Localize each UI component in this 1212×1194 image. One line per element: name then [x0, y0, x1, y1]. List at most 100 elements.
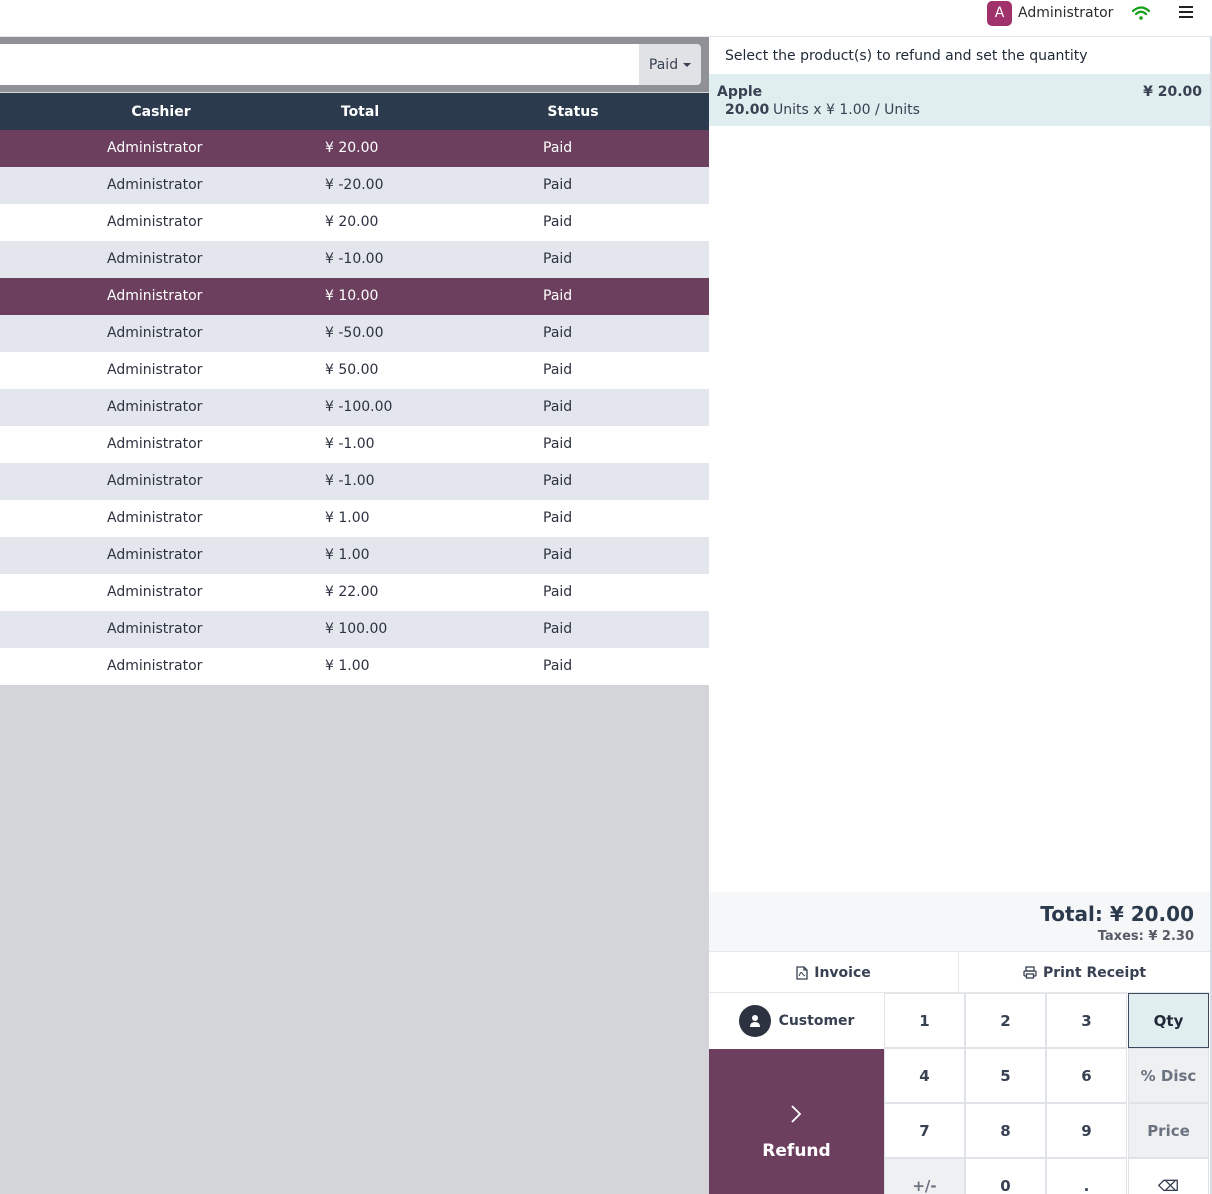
cell-cashier: Administrator — [107, 436, 203, 452]
numpad-key-0[interactable]: 0 — [965, 1158, 1046, 1194]
cell-cashier: Administrator — [107, 325, 203, 341]
cell-cashier: Administrator — [107, 362, 203, 378]
cell-status: Paid — [543, 362, 573, 378]
column-header-status[interactable]: Status — [473, 93, 673, 130]
customer-button[interactable]: Customer — [709, 993, 884, 1049]
cell-cashier: Administrator — [107, 658, 203, 674]
table-row[interactable]: Administrator ¥ -1.00 Paid — [0, 426, 709, 463]
cell-cashier: Administrator — [107, 251, 203, 267]
numpad-key-decimal[interactable]: . — [1046, 1158, 1127, 1194]
table-row[interactable]: Administrator ¥ -20.00 Paid — [0, 167, 709, 204]
cell-cashier: Administrator — [107, 399, 203, 415]
cell-total: ¥ 20.00 — [325, 140, 379, 156]
column-header-cashier[interactable]: Cashier — [61, 93, 261, 130]
user-name: Administrator — [1018, 5, 1114, 21]
cell-status: Paid — [543, 436, 573, 452]
cell-status: Paid — [543, 547, 573, 563]
order-line-item[interactable]: Apple ¥ 20.00 20.00 Units x ¥ 1.00 / Uni… — [709, 74, 1210, 126]
wifi-icon — [1132, 6, 1150, 20]
status-filter-dropdown[interactable]: Paid — [639, 44, 701, 85]
user-menu[interactable]: A Administrator — [987, 0, 1113, 26]
cell-status: Paid — [543, 140, 573, 156]
cell-cashier: Administrator — [107, 214, 203, 230]
numpad-key-8[interactable]: 8 — [965, 1103, 1046, 1158]
table-row[interactable]: Administrator ¥ -10.00 Paid — [0, 241, 709, 278]
document-actions: Invoice Print Receipt — [709, 952, 1210, 993]
cell-total: ¥ 50.00 — [325, 362, 379, 378]
refund-button[interactable]: Refund — [709, 1049, 884, 1194]
numpad-key-9[interactable]: 9 — [1046, 1103, 1127, 1158]
table-row[interactable]: Administrator ¥ 50.00 Paid — [0, 352, 709, 389]
invoice-label: Invoice — [814, 964, 871, 981]
cell-cashier: Administrator — [107, 140, 203, 156]
table-row[interactable]: Administrator ¥ 20.00 Paid — [0, 130, 709, 167]
table-row[interactable]: Administrator ¥ -1.00 Paid — [0, 463, 709, 500]
chevron-right-icon — [791, 1105, 802, 1123]
refund-panel: Select the product(s) to refund and set … — [709, 37, 1212, 1194]
cell-status: Paid — [543, 177, 573, 193]
numpad-mode-price[interactable]: Price — [1128, 1103, 1209, 1158]
cell-total: ¥ -100.00 — [325, 399, 393, 415]
cell-status: Paid — [543, 621, 573, 637]
line-price: ¥ 20.00 — [1143, 84, 1202, 100]
numpad-key-4[interactable]: 4 — [884, 1048, 965, 1103]
cell-status: Paid — [543, 399, 573, 415]
cell-status: Paid — [543, 251, 573, 267]
numpad-key-6[interactable]: 6 — [1046, 1048, 1127, 1103]
numpad-key-5[interactable]: 5 — [965, 1048, 1046, 1103]
cell-status: Paid — [543, 214, 573, 230]
cell-total: ¥ -50.00 — [325, 325, 384, 341]
numpad-key-1[interactable]: 1 — [884, 993, 965, 1048]
order-rows: Administrator ¥ 20.00 Paid Administrator ¥ … — [0, 130, 709, 685]
cell-total: ¥ 1.00 — [325, 658, 370, 674]
cell-total: ¥ -20.00 — [325, 177, 384, 193]
cell-total: ¥ 1.00 — [325, 547, 370, 563]
cell-total: ¥ 1.00 — [325, 510, 370, 526]
line-quantity: 20.00 — [725, 102, 770, 118]
order-list-panel: Paid Cashier Total Status Administrator ¥… — [0, 37, 709, 1194]
hamburger-menu-icon[interactable] — [1179, 6, 1193, 20]
numpad-key-7[interactable]: 7 — [884, 1103, 965, 1158]
cell-cashier: Administrator — [107, 510, 203, 526]
print-receipt-label: Print Receipt — [1042, 964, 1147, 981]
cell-total: ¥ 22.00 — [325, 584, 379, 600]
cell-cashier: Administrator — [107, 473, 203, 489]
search-input[interactable] — [0, 44, 640, 85]
table-row[interactable]: Administrator ¥ -100.00 Paid — [0, 389, 709, 426]
invoice-button[interactable]: Invoice — [709, 952, 959, 993]
cell-total: ¥ -10.00 — [325, 251, 384, 267]
numpad-key-plus-minus[interactable]: +/- — [884, 1158, 965, 1194]
cell-status: Paid — [543, 325, 573, 341]
cell-total: ¥ 100.00 — [325, 621, 388, 637]
table-row[interactable]: Administrator ¥ 1.00 Paid — [0, 648, 709, 685]
print-receipt-button[interactable]: Print Receipt — [959, 952, 1210, 993]
column-header-total[interactable]: Total — [260, 93, 460, 130]
cell-cashier: Administrator — [107, 584, 203, 600]
status-filter-label: Paid — [648, 56, 679, 73]
file-pdf-icon — [796, 965, 808, 980]
caret-down-icon — [683, 62, 692, 67]
order-total: Total: ¥ 20.00 — [1040, 902, 1194, 926]
table-row[interactable]: Administrator ¥ 20.00 Paid — [0, 204, 709, 241]
table-row[interactable]: Administrator ¥ 10.00 Paid — [0, 278, 709, 315]
table-header: Cashier Total Status — [0, 93, 709, 130]
numpad: 1 2 3 Qty 4 5 6 % Disc 7 8 9 Price +/- 0… — [884, 993, 1210, 1194]
cell-cashier: Administrator — [107, 547, 203, 563]
customer-label: Customer — [778, 1013, 855, 1029]
refund-label: Refund — [762, 1141, 831, 1161]
numpad-key-2[interactable]: 2 — [965, 993, 1046, 1048]
table-row[interactable]: Administrator ¥ 1.00 Paid — [0, 537, 709, 574]
table-row[interactable]: Administrator ¥ -50.00 Paid — [0, 315, 709, 352]
cell-status: Paid — [543, 473, 573, 489]
numpad-key-3[interactable]: 3 — [1046, 993, 1127, 1048]
numpad-backspace-icon[interactable]: ⌫ — [1128, 1158, 1209, 1194]
numpad-mode-qty[interactable]: Qty — [1128, 993, 1209, 1048]
top-bar: A Administrator — [0, 0, 1212, 37]
cell-cashier: Administrator — [107, 621, 203, 637]
cell-cashier: Administrator — [107, 177, 203, 193]
table-row[interactable]: Administrator ¥ 1.00 Paid — [0, 500, 709, 537]
table-row[interactable]: Administrator ¥ 100.00 Paid — [0, 611, 709, 648]
cell-total: ¥ -1.00 — [325, 473, 375, 489]
numpad-mode-discount[interactable]: % Disc — [1128, 1048, 1209, 1103]
table-row[interactable]: Administrator ¥ 22.00 Paid — [0, 574, 709, 611]
